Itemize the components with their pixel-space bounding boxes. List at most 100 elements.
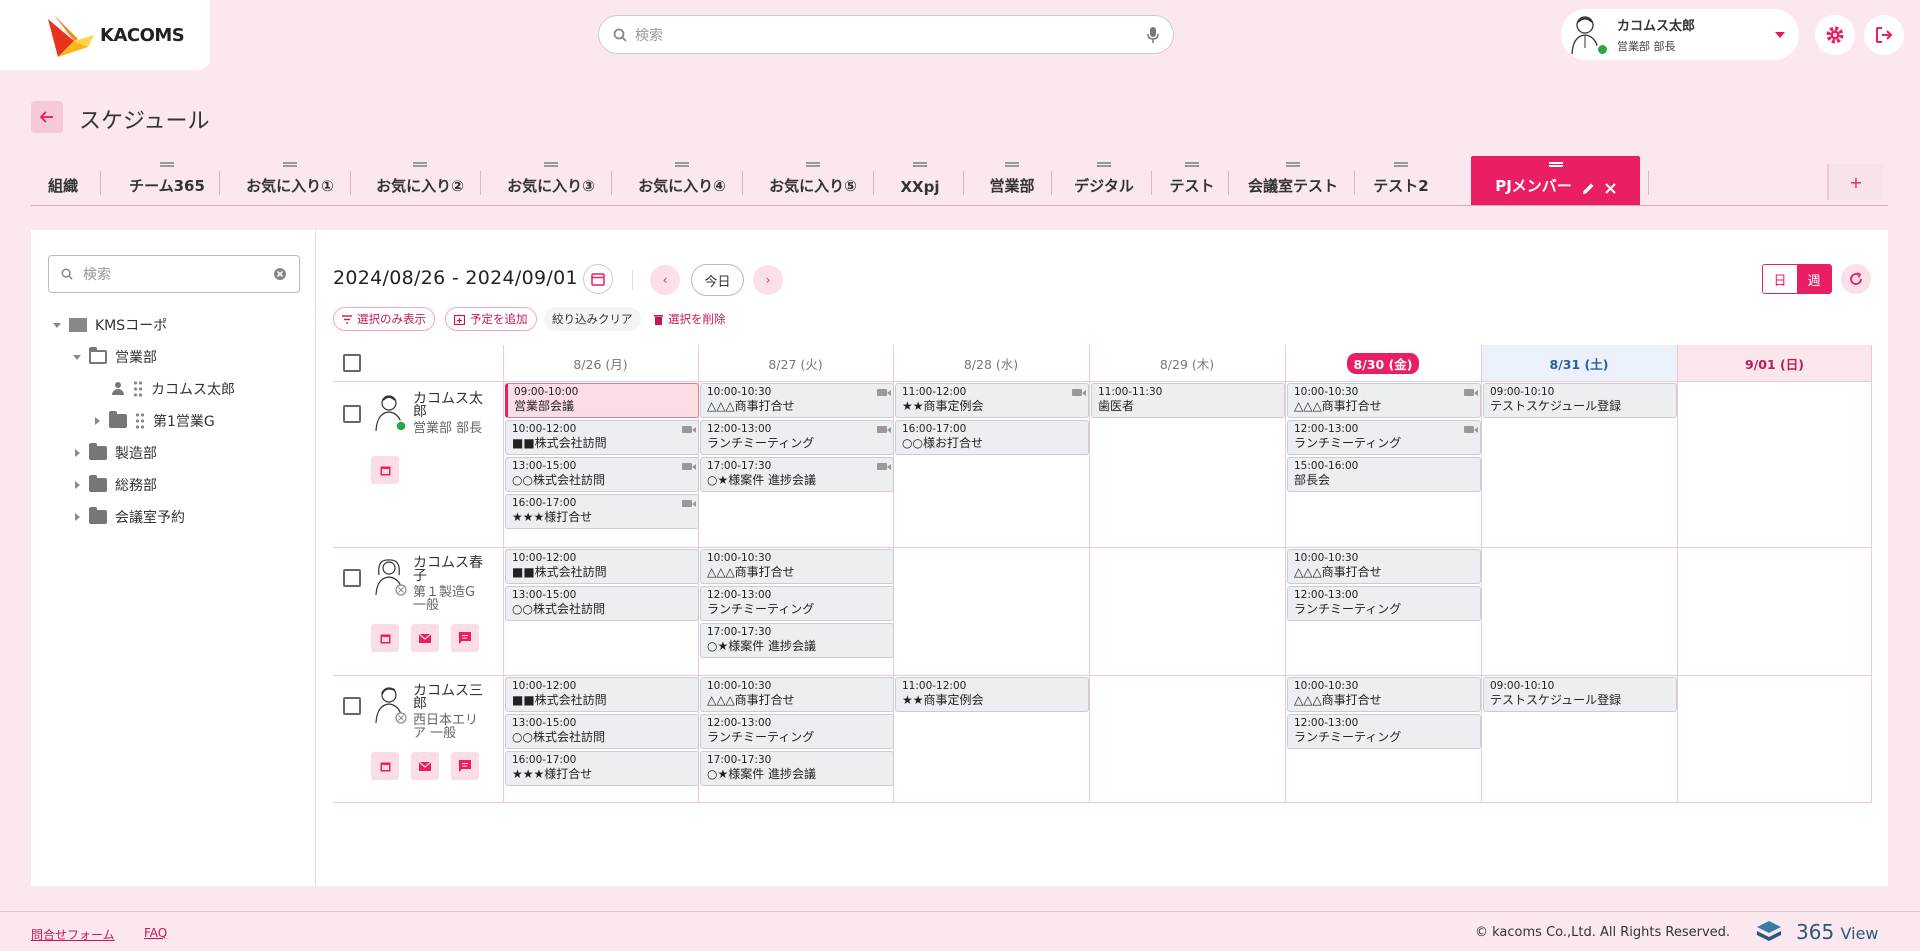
event-card[interactable]: 11:00-12:00 ★★商事定例会 [895, 383, 1089, 418]
member-calendar-button[interactable] [371, 624, 399, 652]
chevron-down-icon[interactable] [1775, 31, 1785, 38]
event-card[interactable]: 10:00-10:30 △△△商事打合せ [700, 549, 894, 584]
drag-handle-icon[interactable] [283, 162, 297, 167]
drag-handle-icon[interactable] [675, 162, 689, 167]
event-card[interactable]: 10:00-12:00 ■■株式会社訪問 [505, 677, 699, 712]
drag-handle-icon[interactable] [413, 162, 427, 167]
event-card[interactable]: 12:00-13:00 ランチミーティング [700, 586, 894, 621]
delete-selected-button[interactable]: 選択を削除 [646, 307, 734, 331]
event-card[interactable]: 10:00-12:00 ■■株式会社訪問 [505, 420, 699, 455]
show-selected-button[interactable]: 選択のみ表示 [333, 307, 435, 331]
refresh-button[interactable] [1841, 264, 1871, 294]
member-mail-button[interactable] [411, 624, 439, 652]
mic-icon[interactable] [1147, 26, 1159, 43]
close-icon[interactable] [1605, 183, 1616, 194]
drag-handle-icon[interactable] [806, 162, 820, 167]
chevron-down-icon[interactable] [53, 322, 61, 328]
tab-test[interactable]: テスト [1156, 156, 1228, 205]
drag-handle-icon[interactable] [135, 412, 145, 430]
tab-team365[interactable]: チーム365 [105, 156, 229, 205]
event-card[interactable]: 12:00-13:00 ランチミーティング [1287, 420, 1481, 455]
event-card[interactable]: 12:00-13:00 ランチミーティング [700, 420, 894, 455]
today-button[interactable]: 今日 [691, 264, 744, 296]
tree-item-kacomus-taro[interactable]: カコムス太郎 [111, 378, 235, 400]
drag-handle-icon[interactable] [1394, 162, 1408, 167]
tree-search-input[interactable]: 検索 [83, 264, 273, 284]
drag-handle-icon[interactable] [133, 380, 143, 398]
tab-pj-members[interactable]: PJメンバー [1471, 156, 1640, 205]
contact-form-link[interactable]: 問合せフォーム [31, 926, 115, 943]
member-mail-button[interactable] [411, 752, 439, 780]
tree-item-manufacturing[interactable]: 製造部 [75, 442, 157, 464]
view-week-button[interactable]: 週 [1797, 265, 1831, 293]
member-calendar-button[interactable] [371, 456, 399, 484]
chevron-down-icon[interactable] [73, 354, 81, 360]
tab-xxpj[interactable]: XXpj [879, 156, 961, 205]
settings-button[interactable] [1815, 15, 1855, 55]
tab-favorite-5[interactable]: お気に入り⑤ [748, 156, 878, 205]
tree-item-general-affairs[interactable]: 総務部 [75, 474, 157, 496]
event-card[interactable]: 13:00-15:00 ○○株式会社訪問 [505, 457, 699, 492]
event-card[interactable]: 11:00-11:30 歯医者 [1091, 383, 1285, 418]
drag-handle-icon[interactable] [1286, 162, 1300, 167]
clear-icon[interactable] [273, 267, 287, 281]
event-card[interactable]: 10:00-10:30 △△△商事打合せ [700, 383, 894, 418]
event-card[interactable]: 10:00-12:00 ■■株式会社訪問 [505, 549, 699, 584]
next-week-button[interactable]: › [753, 265, 783, 295]
drag-handle-icon[interactable] [1185, 162, 1199, 167]
drag-handle-icon[interactable] [913, 162, 927, 167]
event-card[interactable]: 16:00-17:00 ★★★様打合せ [505, 751, 699, 786]
tab-test2[interactable]: テスト2 [1359, 156, 1443, 205]
event-card[interactable]: 17:00-17:30 ○★様案件 進捗会議 [700, 623, 894, 658]
event-card[interactable]: 17:00-17:30 ○★様案件 進捗会議 [700, 751, 894, 786]
chevron-right-icon[interactable] [75, 449, 80, 457]
pencil-icon[interactable] [1582, 182, 1595, 195]
event-card[interactable]: 17:00-17:30 ○★様案件 進捗会議 [700, 457, 894, 492]
event-card[interactable]: 13:00-15:00 ○○株式会社訪問 [505, 714, 699, 749]
event-card[interactable]: 12:00-13:00 ランチミーティング [1287, 714, 1481, 749]
member-checkbox[interactable] [343, 569, 361, 587]
global-search[interactable]: 検索 [598, 15, 1174, 54]
faq-link[interactable]: FAQ [144, 926, 167, 940]
user-menu[interactable]: カコムス太郎 営業部 部長 [1561, 9, 1799, 60]
logout-button[interactable] [1864, 15, 1904, 55]
search-input[interactable]: 検索 [635, 25, 1147, 45]
tree-item-kms-corp[interactable]: KMSコーポ [53, 314, 167, 336]
select-all-checkbox[interactable] [343, 354, 361, 372]
tree-item-sales[interactable]: 営業部 [73, 346, 157, 368]
chevron-right-icon[interactable] [75, 513, 80, 521]
tab-favorite-2[interactable]: お気に入り② [355, 156, 485, 205]
event-card[interactable]: 13:00-15:00 ○○株式会社訪問 [505, 586, 699, 621]
event-card[interactable]: 16:00-17:00 ○○様お打合せ [895, 420, 1089, 455]
member-calendar-button[interactable] [371, 752, 399, 780]
member-chat-button[interactable] [451, 624, 479, 652]
event-card[interactable]: 10:00-10:30 △△△商事打合せ [700, 677, 894, 712]
tab-favorite-4[interactable]: お気に入り④ [617, 156, 747, 205]
tab-favorite-1[interactable]: お気に入り① [225, 156, 355, 205]
drag-handle-icon[interactable] [1548, 162, 1563, 167]
member-checkbox[interactable] [343, 697, 361, 715]
member-chat-button[interactable] [451, 752, 479, 780]
back-button[interactable] [31, 101, 63, 133]
event-card[interactable]: 16:00-17:00 ★★★様打合せ [505, 494, 699, 529]
event-card[interactable]: 12:00-13:00 ランチミーティング [1287, 586, 1481, 621]
event-card[interactable]: 15:00-16:00 部長会 [1287, 457, 1481, 492]
prev-week-button[interactable]: ‹ [650, 265, 680, 295]
drag-handle-icon[interactable] [160, 162, 174, 167]
event-card[interactable]: 11:00-12:00 ★★商事定例会 [895, 677, 1089, 712]
tree-search[interactable]: 検索 [48, 255, 300, 293]
tab-sales[interactable]: 営業部 [968, 156, 1056, 205]
drag-handle-icon[interactable] [544, 162, 558, 167]
event-card[interactable]: 10:00-10:30 △△△商事打合せ [1287, 677, 1481, 712]
event-card[interactable]: 10:00-10:30 △△△商事打合せ [1287, 383, 1481, 418]
date-picker-button[interactable] [583, 264, 613, 294]
tree-item-meeting-room[interactable]: 会議室予約 [75, 506, 185, 528]
tab-org[interactable]: 組織 [31, 156, 95, 205]
add-event-button[interactable]: 予定を追加 [445, 307, 537, 331]
event-card[interactable]: 10:00-10:30 △△△商事打合せ [1287, 549, 1481, 584]
view-day-button[interactable]: 日 [1763, 265, 1797, 293]
chevron-right-icon[interactable] [95, 417, 100, 425]
clear-filter-button[interactable]: 絞り込みクリア [544, 307, 641, 331]
drag-handle-icon[interactable] [1005, 162, 1019, 167]
tab-favorite-3[interactable]: お気に入り③ [486, 156, 616, 205]
